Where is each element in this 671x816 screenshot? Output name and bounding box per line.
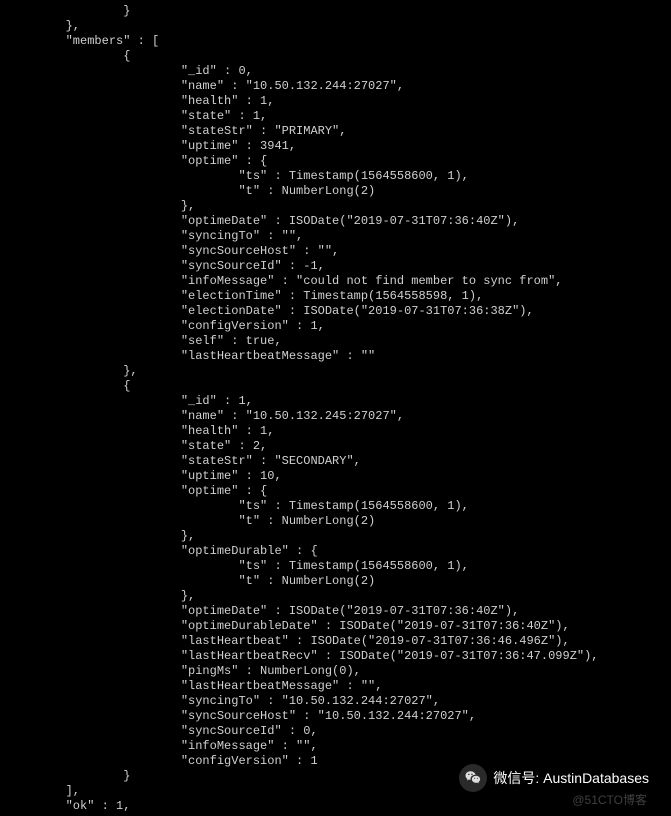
code-line: }, <box>8 589 663 604</box>
code-line: "lastHeartbeatMessage" : "", <box>8 679 663 694</box>
code-line: }, <box>8 364 663 379</box>
code-line: "lastHeartbeatMessage" : "" <box>8 349 663 364</box>
code-line: "syncSourceHost" : "", <box>8 244 663 259</box>
code-line: "syncingTo" : "10.50.132.244:27027", <box>8 694 663 709</box>
code-line: "name" : "10.50.132.244:27027", <box>8 79 663 94</box>
watermark-text: @51CTO博客 <box>572 793 647 808</box>
code-line: "ok" : 1, <box>8 799 663 814</box>
code-line: }, <box>8 19 663 34</box>
code-line: "stateStr" : "SECONDARY", <box>8 454 663 469</box>
code-line: "uptime" : 10, <box>8 469 663 484</box>
code-line: "optimeDurableDate" : ISODate("2019-07-3… <box>8 619 663 634</box>
code-line: "name" : "10.50.132.245:27027", <box>8 409 663 424</box>
code-line: "configVersion" : 1, <box>8 319 663 334</box>
wechat-bar: 微信号: AustinDatabases <box>459 764 649 792</box>
code-line: } <box>8 4 663 19</box>
code-line: "optimeDate" : ISODate("2019-07-31T07:36… <box>8 604 663 619</box>
code-line: "health" : 1, <box>8 94 663 109</box>
code-line: "health" : 1, <box>8 424 663 439</box>
code-line: "pingMs" : NumberLong(0), <box>8 664 663 679</box>
code-line: "uptime" : 3941, <box>8 139 663 154</box>
code-line: "syncSourceId" : -1, <box>8 259 663 274</box>
code-line: "ts" : Timestamp(1564558600, 1), <box>8 559 663 574</box>
code-line: "_id" : 1, <box>8 394 663 409</box>
wechat-label: 微信号: AustinDatabases <box>493 771 649 786</box>
code-line: { <box>8 379 663 394</box>
wechat-icon <box>459 764 487 792</box>
code-line: "lastHeartbeatRecv" : ISODate("2019-07-3… <box>8 649 663 664</box>
code-line: "ts" : Timestamp(1564558600, 1), <box>8 499 663 514</box>
code-line: "electionTime" : Timestamp(1564558598, 1… <box>8 289 663 304</box>
code-line: "electionDate" : ISODate("2019-07-31T07:… <box>8 304 663 319</box>
code-line: "optimeDurable" : { <box>8 544 663 559</box>
code-line: "t" : NumberLong(2) <box>8 514 663 529</box>
code-line: "optimeDate" : ISODate("2019-07-31T07:36… <box>8 214 663 229</box>
code-line: "ts" : Timestamp(1564558600, 1), <box>8 169 663 184</box>
code-line: { <box>8 49 663 64</box>
code-line: "syncSourceHost" : "10.50.132.244:27027"… <box>8 709 663 724</box>
code-line: }, <box>8 529 663 544</box>
code-line: "infoMessage" : "", <box>8 739 663 754</box>
code-line: "lastHeartbeat" : ISODate("2019-07-31T07… <box>8 634 663 649</box>
code-line: "self" : true, <box>8 334 663 349</box>
code-line: "members" : [ <box>8 34 663 49</box>
code-line: "stateStr" : "PRIMARY", <box>8 124 663 139</box>
code-line: }, <box>8 199 663 214</box>
code-line: "state" : 2, <box>8 439 663 454</box>
code-block: } }, "members" : [ { "_id" : 0, "name" :… <box>8 4 663 814</box>
code-line: "state" : 1, <box>8 109 663 124</box>
code-line: "syncSourceId" : 0, <box>8 724 663 739</box>
code-line: "infoMessage" : "could not find member t… <box>8 274 663 289</box>
code-line: "syncingTo" : "", <box>8 229 663 244</box>
code-line: "t" : NumberLong(2) <box>8 574 663 589</box>
code-line: "t" : NumberLong(2) <box>8 184 663 199</box>
code-line: "optime" : { <box>8 154 663 169</box>
code-line: "_id" : 0, <box>8 64 663 79</box>
code-line: "optime" : { <box>8 484 663 499</box>
